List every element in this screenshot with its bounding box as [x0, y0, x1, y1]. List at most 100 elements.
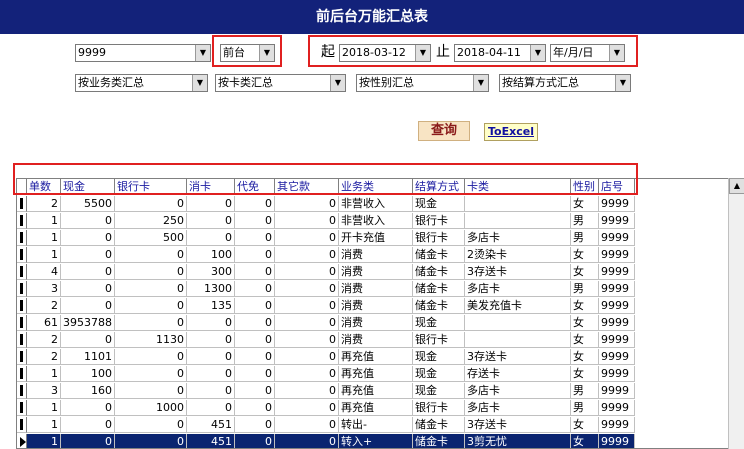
cell-count[interactable]: 1: [27, 434, 61, 448]
cell-store-no[interactable]: 9999: [599, 281, 635, 297]
cell-other[interactable]: 0: [275, 196, 339, 212]
start-date-picker[interactable]: 2018-03-12 ▼: [339, 44, 431, 62]
cell-payment-method[interactable]: 银行卡: [413, 332, 465, 348]
cell-cash[interactable]: 0: [61, 417, 115, 433]
row-indicator-cell[interactable]: [17, 281, 27, 297]
table-row[interactable]: 1 0 250 0 0 0 非营收入 银行卡男 9999: [17, 213, 637, 229]
cell-card-spend[interactable]: 0: [187, 400, 235, 416]
cell-count[interactable]: 3: [27, 281, 61, 297]
chevron-down-icon[interactable]: ▼: [330, 75, 345, 91]
cell-cash[interactable]: 0: [61, 332, 115, 348]
cell-cash[interactable]: 1101: [61, 349, 115, 365]
cell-other[interactable]: 0: [275, 247, 339, 263]
granularity-select[interactable]: 年/月/日 ▼: [550, 44, 625, 62]
cell-store-no[interactable]: 9999: [599, 332, 635, 348]
table-row[interactable]: 3 160 0 0 0 0 再充值 现金 多店卡男 9999: [17, 383, 637, 399]
cell-count[interactable]: 4: [27, 264, 61, 280]
cell-card-type[interactable]: [465, 332, 571, 348]
cell-payment-method[interactable]: 现金: [413, 196, 465, 212]
table-row[interactable]: 1 0 500 0 0 0 开卡充值 银行卡 多店卡男 9999: [17, 230, 637, 246]
cell-waived[interactable]: 0: [235, 349, 275, 365]
cell-waived[interactable]: 0: [235, 400, 275, 416]
cell-card-spend[interactable]: 0: [187, 332, 235, 348]
cell-count[interactable]: 1: [27, 230, 61, 246]
summary-table[interactable]: 单数 现金 银行卡 消卡 代免 其它款 业务类 结算方式 卡类 性别 店号 2 5500 0 0 0 0 非营收…: [16, 178, 730, 449]
cell-count[interactable]: 1: [27, 213, 61, 229]
chevron-down-icon[interactable]: ▼: [615, 75, 630, 91]
cell-cash[interactable]: 0: [61, 230, 115, 246]
table-row[interactable]: 3 0 0 1300 0 0 消费 储金卡 多店卡男 9999: [17, 281, 637, 297]
cell-gender[interactable]: 女: [571, 366, 599, 382]
chevron-down-icon[interactable]: ▼: [473, 75, 488, 91]
cell-business-type[interactable]: 消费: [339, 298, 413, 314]
cell-other[interactable]: 0: [275, 349, 339, 365]
cell-bank-card[interactable]: 0: [115, 247, 187, 263]
cell-business-type[interactable]: 转出-: [339, 417, 413, 433]
cell-other[interactable]: 0: [275, 400, 339, 416]
cell-store-no[interactable]: 9999: [599, 349, 635, 365]
cell-payment-method[interactable]: 储金卡: [413, 434, 465, 448]
cell-gender[interactable]: 男: [571, 281, 599, 297]
cell-other[interactable]: 0: [275, 281, 339, 297]
column-header-card-spend[interactable]: 消卡: [187, 179, 235, 195]
cell-other[interactable]: 0: [275, 383, 339, 399]
cell-gender[interactable]: 女: [571, 315, 599, 331]
column-header-other[interactable]: 其它款: [275, 179, 339, 195]
cell-gender[interactable]: 女: [571, 264, 599, 280]
row-indicator-cell[interactable]: [17, 298, 27, 314]
cell-cash[interactable]: 0: [61, 247, 115, 263]
cell-card-type[interactable]: 2烫染卡: [465, 247, 571, 263]
row-indicator-cell[interactable]: [17, 264, 27, 280]
column-header-cash[interactable]: 现金: [61, 179, 115, 195]
cell-store-no[interactable]: 9999: [599, 298, 635, 314]
table-row[interactable]: 1 0 0 451 0 0 转入+ 储金卡 3剪无忧女 9999: [17, 434, 637, 448]
cell-business-type[interactable]: 再充值: [339, 400, 413, 416]
cell-store-no[interactable]: 9999: [599, 230, 635, 246]
frontback-select[interactable]: 前台 ▼: [220, 44, 275, 62]
cell-payment-method[interactable]: 储金卡: [413, 281, 465, 297]
cell-card-spend[interactable]: 135: [187, 298, 235, 314]
table-row[interactable]: 2 5500 0 0 0 0 非营收入 现金女 9999: [17, 196, 637, 212]
table-row[interactable]: 1 100 0 0 0 0 再充值 现金 存送卡女 9999: [17, 366, 637, 382]
cell-payment-method[interactable]: 银行卡: [413, 213, 465, 229]
cell-other[interactable]: 0: [275, 332, 339, 348]
cell-bank-card[interactable]: 0: [115, 196, 187, 212]
cell-waived[interactable]: 0: [235, 213, 275, 229]
chevron-down-icon[interactable]: ▼: [195, 45, 210, 61]
cell-other[interactable]: 0: [275, 264, 339, 280]
cell-bank-card[interactable]: 0: [115, 366, 187, 382]
cell-other[interactable]: 0: [275, 417, 339, 433]
cell-payment-method[interactable]: 现金: [413, 349, 465, 365]
cell-card-type[interactable]: 3剪无忧: [465, 434, 571, 448]
table-row[interactable]: 4 0 0 300 0 0 消费 储金卡 3存送卡女 9999: [17, 264, 637, 280]
cell-card-spend[interactable]: 0: [187, 213, 235, 229]
cell-count[interactable]: 61: [27, 315, 61, 331]
chevron-down-icon[interactable]: ▼: [192, 75, 207, 91]
cell-store-no[interactable]: 9999: [599, 213, 635, 229]
cell-other[interactable]: 0: [275, 298, 339, 314]
cell-gender[interactable]: 女: [571, 349, 599, 365]
cell-other[interactable]: 0: [275, 213, 339, 229]
cell-business-type[interactable]: 再充值: [339, 383, 413, 399]
cell-gender[interactable]: 女: [571, 247, 599, 263]
cell-waived[interactable]: 0: [235, 366, 275, 382]
cell-bank-card[interactable]: 1130: [115, 332, 187, 348]
cell-gender[interactable]: 男: [571, 383, 599, 399]
vertical-scrollbar[interactable]: ▲: [728, 178, 744, 449]
cell-payment-method[interactable]: 储金卡: [413, 417, 465, 433]
cell-store-no[interactable]: 9999: [599, 315, 635, 331]
cell-bank-card[interactable]: 0: [115, 434, 187, 448]
table-row[interactable]: 1 0 0 451 0 0 转出- 储金卡 3存送卡女 9999: [17, 417, 637, 433]
cell-bank-card[interactable]: 250: [115, 213, 187, 229]
cell-cash[interactable]: 0: [61, 434, 115, 448]
cell-store-no[interactable]: 9999: [599, 264, 635, 280]
cell-payment-method[interactable]: 储金卡: [413, 247, 465, 263]
row-indicator-cell[interactable]: [17, 247, 27, 263]
cell-waived[interactable]: 0: [235, 264, 275, 280]
cell-card-spend[interactable]: 100: [187, 247, 235, 263]
cell-card-type[interactable]: 多店卡: [465, 400, 571, 416]
cell-store-no[interactable]: 9999: [599, 400, 635, 416]
cell-count[interactable]: 2: [27, 332, 61, 348]
table-row[interactable]: 1 0 0 100 0 0 消费 储金卡 2烫染卡女 9999: [17, 247, 637, 263]
cell-count[interactable]: 2: [27, 298, 61, 314]
